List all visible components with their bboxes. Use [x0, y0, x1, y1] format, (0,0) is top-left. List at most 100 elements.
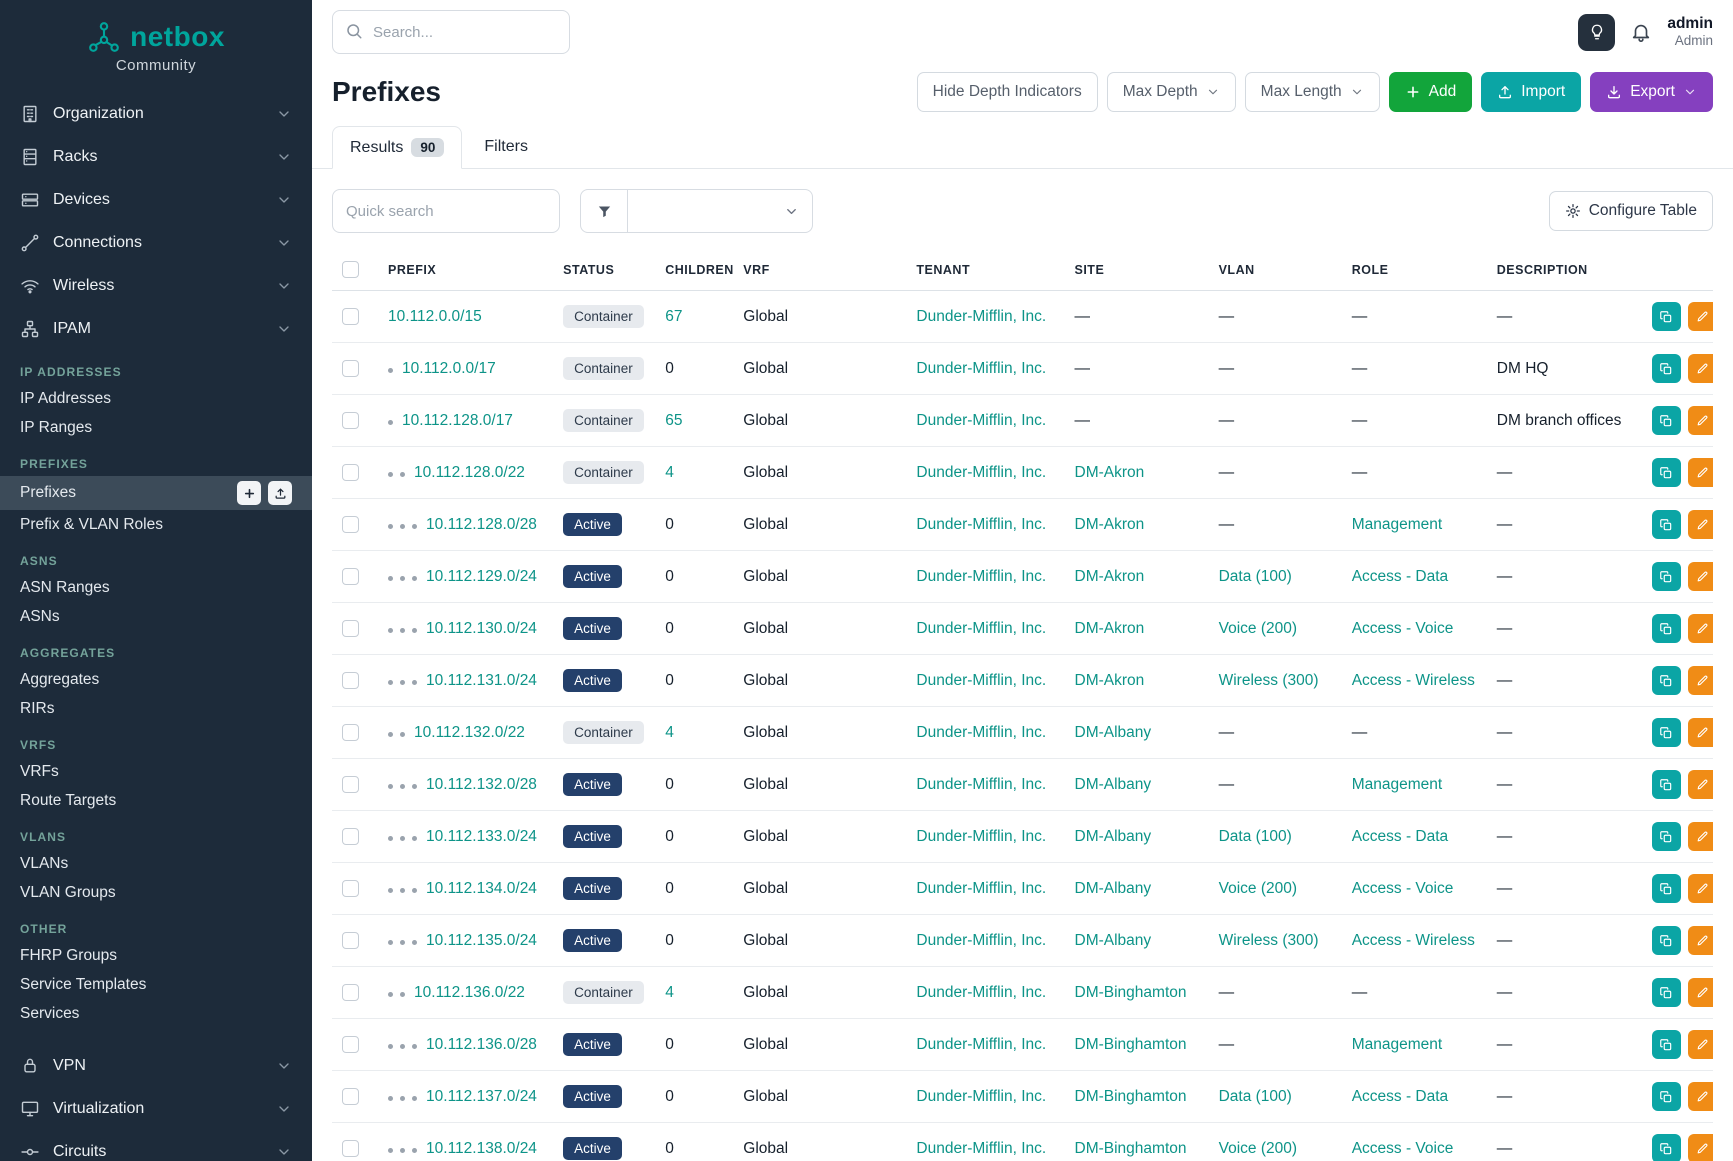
- edit-button[interactable]: [1688, 1134, 1713, 1161]
- children-link[interactable]: 4: [665, 464, 674, 481]
- site-link[interactable]: DM-Akron: [1075, 568, 1145, 585]
- max-length-dropdown[interactable]: Max Length: [1245, 72, 1380, 112]
- saved-filter-select[interactable]: [628, 189, 813, 233]
- sidebar-item-virtualization[interactable]: Virtualization: [0, 1087, 312, 1130]
- tab-results[interactable]: Results 90: [332, 126, 462, 169]
- prefix-link[interactable]: 10.112.137.0/24: [426, 1088, 537, 1105]
- edit-button[interactable]: [1688, 1082, 1713, 1111]
- export-button[interactable]: Export: [1590, 72, 1713, 112]
- row-checkbox[interactable]: [342, 1088, 359, 1105]
- row-checkbox[interactable]: [342, 568, 359, 585]
- site-link[interactable]: DM-Akron: [1075, 620, 1145, 637]
- copy-button[interactable]: [1652, 718, 1681, 747]
- edit-button[interactable]: [1688, 354, 1713, 383]
- column-header-vrf[interactable]: VRF: [733, 249, 906, 291]
- role-link[interactable]: Access - Voice: [1352, 880, 1454, 897]
- site-link[interactable]: DM-Akron: [1075, 464, 1145, 481]
- tenant-link[interactable]: Dunder-Mifflin, Inc.: [916, 412, 1046, 429]
- tenant-link[interactable]: Dunder-Mifflin, Inc.: [916, 568, 1046, 585]
- vlan-link[interactable]: Voice (200): [1219, 880, 1297, 897]
- site-link[interactable]: DM-Binghamton: [1075, 1036, 1187, 1053]
- sidebar-item-rirs[interactable]: RIRs: [0, 694, 312, 723]
- row-checkbox[interactable]: [342, 776, 359, 793]
- edit-button[interactable]: [1688, 770, 1713, 799]
- copy-button[interactable]: [1652, 458, 1681, 487]
- edit-button[interactable]: [1688, 822, 1713, 851]
- prefix-link[interactable]: 10.112.132.0/28: [426, 776, 537, 793]
- row-checkbox[interactable]: [342, 828, 359, 845]
- copy-button[interactable]: [1652, 666, 1681, 695]
- copy-button[interactable]: [1652, 614, 1681, 643]
- prefix-link[interactable]: 10.112.129.0/24: [426, 568, 537, 585]
- theme-toggle-button[interactable]: [1578, 14, 1615, 51]
- prefix-link[interactable]: 10.112.128.0/17: [402, 412, 513, 429]
- quick-search-input[interactable]: [332, 189, 560, 233]
- column-header-status[interactable]: STATUS: [553, 249, 655, 291]
- site-link[interactable]: DM-Albany: [1075, 776, 1152, 793]
- tenant-link[interactable]: Dunder-Mifflin, Inc.: [916, 308, 1046, 325]
- sidebar-item-vlan-groups[interactable]: VLAN Groups: [0, 878, 312, 907]
- edit-button[interactable]: [1688, 562, 1713, 591]
- vlan-link[interactable]: Data (100): [1219, 1088, 1292, 1105]
- prefix-link[interactable]: 10.112.130.0/24: [426, 620, 537, 637]
- site-link[interactable]: DM-Albany: [1075, 724, 1152, 741]
- site-link[interactable]: DM-Albany: [1075, 932, 1152, 949]
- column-header-vlan[interactable]: VLAN: [1209, 249, 1342, 291]
- sidebar-item-prefix-vlan-roles[interactable]: Prefix & VLAN Roles: [0, 510, 312, 539]
- role-link[interactable]: Access - Wireless: [1352, 932, 1475, 949]
- tenant-link[interactable]: Dunder-Mifflin, Inc.: [916, 932, 1046, 949]
- edit-button[interactable]: [1688, 666, 1713, 695]
- edit-button[interactable]: [1688, 406, 1713, 435]
- sidebar-item-ip-addresses[interactable]: IP Addresses: [0, 384, 312, 413]
- role-link[interactable]: Access - Voice: [1352, 1140, 1454, 1157]
- import-button[interactable]: Import: [1481, 72, 1581, 112]
- row-checkbox[interactable]: [342, 1036, 359, 1053]
- copy-button[interactable]: [1652, 302, 1681, 331]
- site-link[interactable]: DM-Akron: [1075, 516, 1145, 533]
- column-header-description[interactable]: DESCRIPTION: [1487, 249, 1642, 291]
- role-link[interactable]: Access - Data: [1352, 828, 1448, 845]
- tenant-link[interactable]: Dunder-Mifflin, Inc.: [916, 1036, 1046, 1053]
- prefix-link[interactable]: 10.112.128.0/28: [426, 516, 537, 533]
- add-prefix-button[interactable]: [237, 481, 261, 505]
- edit-button[interactable]: [1688, 926, 1713, 955]
- edit-button[interactable]: [1688, 458, 1713, 487]
- role-link[interactable]: Access - Data: [1352, 1088, 1448, 1105]
- sidebar-item-ipam[interactable]: IPAM: [0, 307, 312, 350]
- tab-filters[interactable]: Filters: [466, 126, 546, 168]
- sidebar-item-service-templates[interactable]: Service Templates: [0, 970, 312, 999]
- import-prefix-button[interactable]: [268, 481, 292, 505]
- row-checkbox[interactable]: [342, 308, 359, 325]
- tenant-link[interactable]: Dunder-Mifflin, Inc.: [916, 1140, 1046, 1157]
- copy-button[interactable]: [1652, 562, 1681, 591]
- sidebar-item-circuits[interactable]: Circuits: [0, 1130, 312, 1161]
- tenant-link[interactable]: Dunder-Mifflin, Inc.: [916, 880, 1046, 897]
- sidebar-item-services[interactable]: Services: [0, 999, 312, 1028]
- role-link[interactable]: Access - Voice: [1352, 620, 1454, 637]
- prefix-link[interactable]: 10.112.0.0/15: [388, 308, 482, 325]
- sidebar-item-vrfs[interactable]: VRFs: [0, 757, 312, 786]
- vlan-link[interactable]: Wireless (300): [1219, 932, 1319, 949]
- tenant-link[interactable]: Dunder-Mifflin, Inc.: [916, 620, 1046, 637]
- add-button[interactable]: Add: [1389, 72, 1473, 112]
- sidebar-item-ip-ranges[interactable]: IP Ranges: [0, 413, 312, 442]
- copy-button[interactable]: [1652, 1030, 1681, 1059]
- hide-depth-indicators-button[interactable]: Hide Depth Indicators: [917, 72, 1098, 112]
- vlan-link[interactable]: Data (100): [1219, 568, 1292, 585]
- prefix-link[interactable]: 10.112.136.0/22: [414, 984, 525, 1001]
- row-checkbox[interactable]: [342, 672, 359, 689]
- site-link[interactable]: DM-Albany: [1075, 828, 1152, 845]
- edit-button[interactable]: [1688, 1030, 1713, 1059]
- vlan-link[interactable]: Data (100): [1219, 828, 1292, 845]
- row-checkbox[interactable]: [342, 516, 359, 533]
- row-checkbox[interactable]: [342, 724, 359, 741]
- edit-button[interactable]: [1688, 874, 1713, 903]
- role-link[interactable]: Access - Wireless: [1352, 672, 1475, 689]
- site-link[interactable]: DM-Binghamton: [1075, 1140, 1187, 1157]
- sidebar-item-asns[interactable]: ASNs: [0, 602, 312, 631]
- notifications-bell-icon[interactable]: [1630, 21, 1652, 43]
- edit-button[interactable]: [1688, 510, 1713, 539]
- row-checkbox[interactable]: [342, 932, 359, 949]
- prefix-link[interactable]: 10.112.136.0/28: [426, 1036, 537, 1053]
- row-checkbox[interactable]: [342, 464, 359, 481]
